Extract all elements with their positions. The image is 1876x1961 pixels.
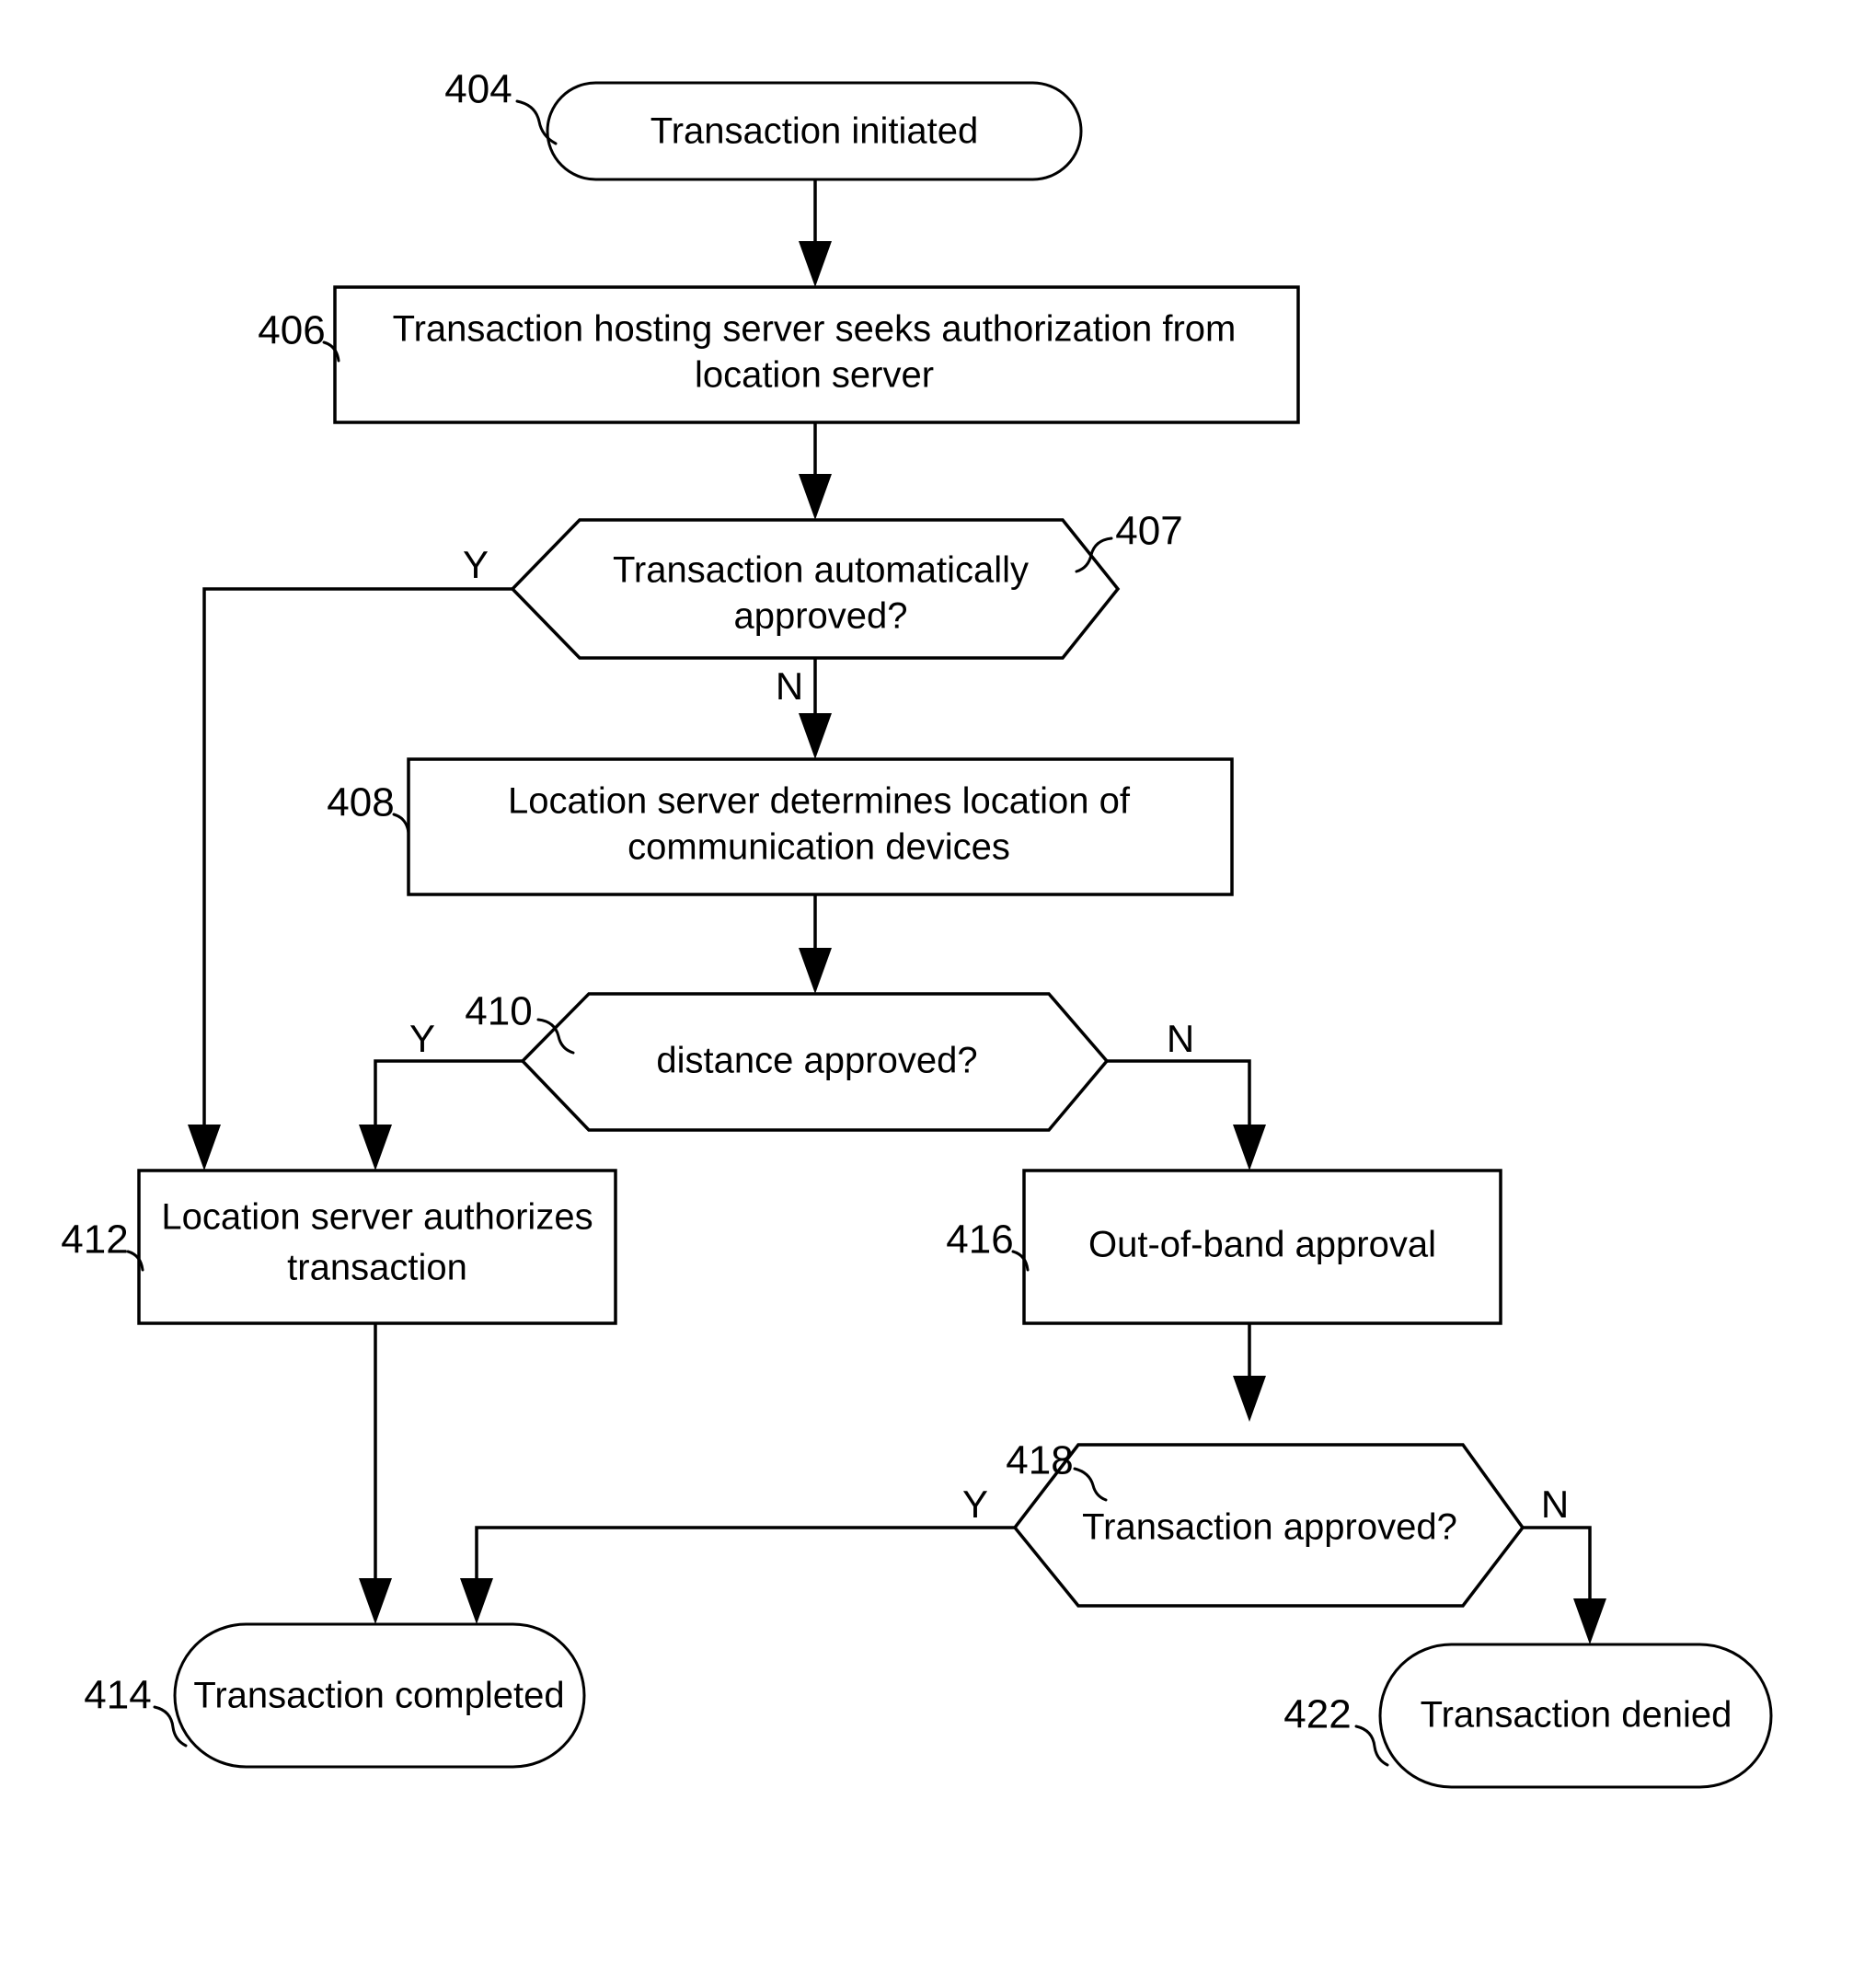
ref-422-number: 422 <box>1283 1692 1351 1737</box>
ref-410-number: 410 <box>465 989 532 1034</box>
ref-412: 412 <box>61 1217 144 1272</box>
arrowhead-icon <box>359 1125 392 1171</box>
branch-label-407-no: N <box>776 664 803 708</box>
edge-410-yes-to-412 <box>359 1059 523 1171</box>
ref-404: 404 <box>444 67 558 145</box>
node-412-label-line2: transaction <box>287 1248 467 1288</box>
node-414-transaction-completed[interactable]: Transaction completed <box>173 1622 586 1769</box>
edge-404-to-406 <box>799 179 832 287</box>
arrowhead-icon <box>460 1578 493 1624</box>
edge-410-no-to-416 <box>1107 1059 1266 1171</box>
arrowhead-icon <box>1573 1598 1606 1644</box>
node-404-label: Transaction initiated <box>650 111 978 152</box>
edge-406-to-407 <box>799 422 832 520</box>
ref-406-number: 406 <box>258 308 325 353</box>
ref-416: 416 <box>946 1217 1030 1272</box>
node-410-distance-approved[interactable]: distance approved? <box>520 992 1110 1132</box>
ref-418-number: 418 <box>1006 1438 1073 1483</box>
edge-416-to-418 <box>1233 1323 1266 1422</box>
branch-label-418-yes: Y <box>962 1482 988 1526</box>
ref-422: 422 <box>1283 1692 1389 1767</box>
arrowhead-icon <box>359 1578 392 1624</box>
branch-label-410-no: N <box>1167 1017 1194 1060</box>
node-416-label: Out-of-band approval <box>1088 1225 1436 1265</box>
ref-416-number: 416 <box>946 1217 1013 1263</box>
node-416-out-of-band-approval[interactable]: Out-of-band approval <box>1022 1169 1502 1325</box>
ref-408-number: 408 <box>327 780 394 825</box>
arrowhead-icon <box>1233 1125 1266 1171</box>
arrowhead-icon <box>799 948 832 994</box>
node-412-label-line1: Location server authorizes <box>161 1197 593 1238</box>
node-404-transaction-initiated[interactable]: Transaction initiated <box>546 81 1083 181</box>
arrowhead-icon <box>1233 1376 1266 1422</box>
flowchart-canvas: Transaction initiated 404 Transaction ho… <box>0 0 1876 1961</box>
edge-418-no-to-422 <box>1523 1526 1606 1644</box>
node-407-label-line1: Transaction automatically <box>613 550 1029 591</box>
ref-404-number: 404 <box>444 67 512 112</box>
node-406-hosting-server-seeks-auth[interactable]: Transaction hosting server seeks authori… <box>333 285 1300 424</box>
arrowhead-icon <box>799 241 832 287</box>
node-408-location-server-determines-location[interactable]: Location server determines location of c… <box>407 757 1234 896</box>
node-414-label: Transaction completed <box>193 1676 564 1716</box>
edge-408-to-410 <box>799 894 832 994</box>
ref-406: 406 <box>258 308 340 363</box>
branch-label-407-yes: Y <box>463 543 489 586</box>
node-408-label-line1: Location server determines location of <box>508 781 1131 822</box>
node-406-label-line2: location server <box>695 355 934 396</box>
edge-418-yes-to-414 <box>460 1526 1015 1624</box>
node-422-transaction-denied[interactable]: Transaction denied <box>1378 1643 1773 1789</box>
node-418-label: Transaction approved? <box>1082 1507 1457 1548</box>
edge-407-no-to-408 <box>799 658 832 759</box>
node-408-label-line2: communication devices <box>627 827 1010 868</box>
arrowhead-icon <box>799 713 832 759</box>
ref-412-number: 412 <box>61 1217 128 1263</box>
node-422-label: Transaction denied <box>1421 1695 1732 1736</box>
edge-412-to-414 <box>359 1323 392 1624</box>
ref-408: 408 <box>327 780 410 835</box>
node-412-location-server-authorizes-transaction[interactable]: Location server authorizes transaction <box>137 1169 617 1325</box>
node-410-label: distance approved? <box>656 1041 977 1081</box>
node-418-transaction-approved[interactable]: Transaction approved? <box>1012 1443 1525 1608</box>
branch-label-418-no: N <box>1541 1482 1569 1526</box>
arrowhead-icon <box>188 1125 221 1171</box>
arrowhead-icon <box>799 474 832 520</box>
node-407-label-line2: approved? <box>733 596 907 637</box>
node-406-label-line1: Transaction hosting server seeks authori… <box>393 309 1237 350</box>
flowchart-svg: Transaction initiated 404 Transaction ho… <box>61 67 1773 1789</box>
ref-407-number: 407 <box>1115 509 1182 554</box>
ref-414: 414 <box>84 1673 188 1748</box>
node-407-transaction-automatically-approved[interactable]: Transaction automatically approved? <box>510 518 1121 660</box>
branch-label-410-yes: Y <box>409 1017 435 1060</box>
ref-414-number: 414 <box>84 1673 151 1718</box>
